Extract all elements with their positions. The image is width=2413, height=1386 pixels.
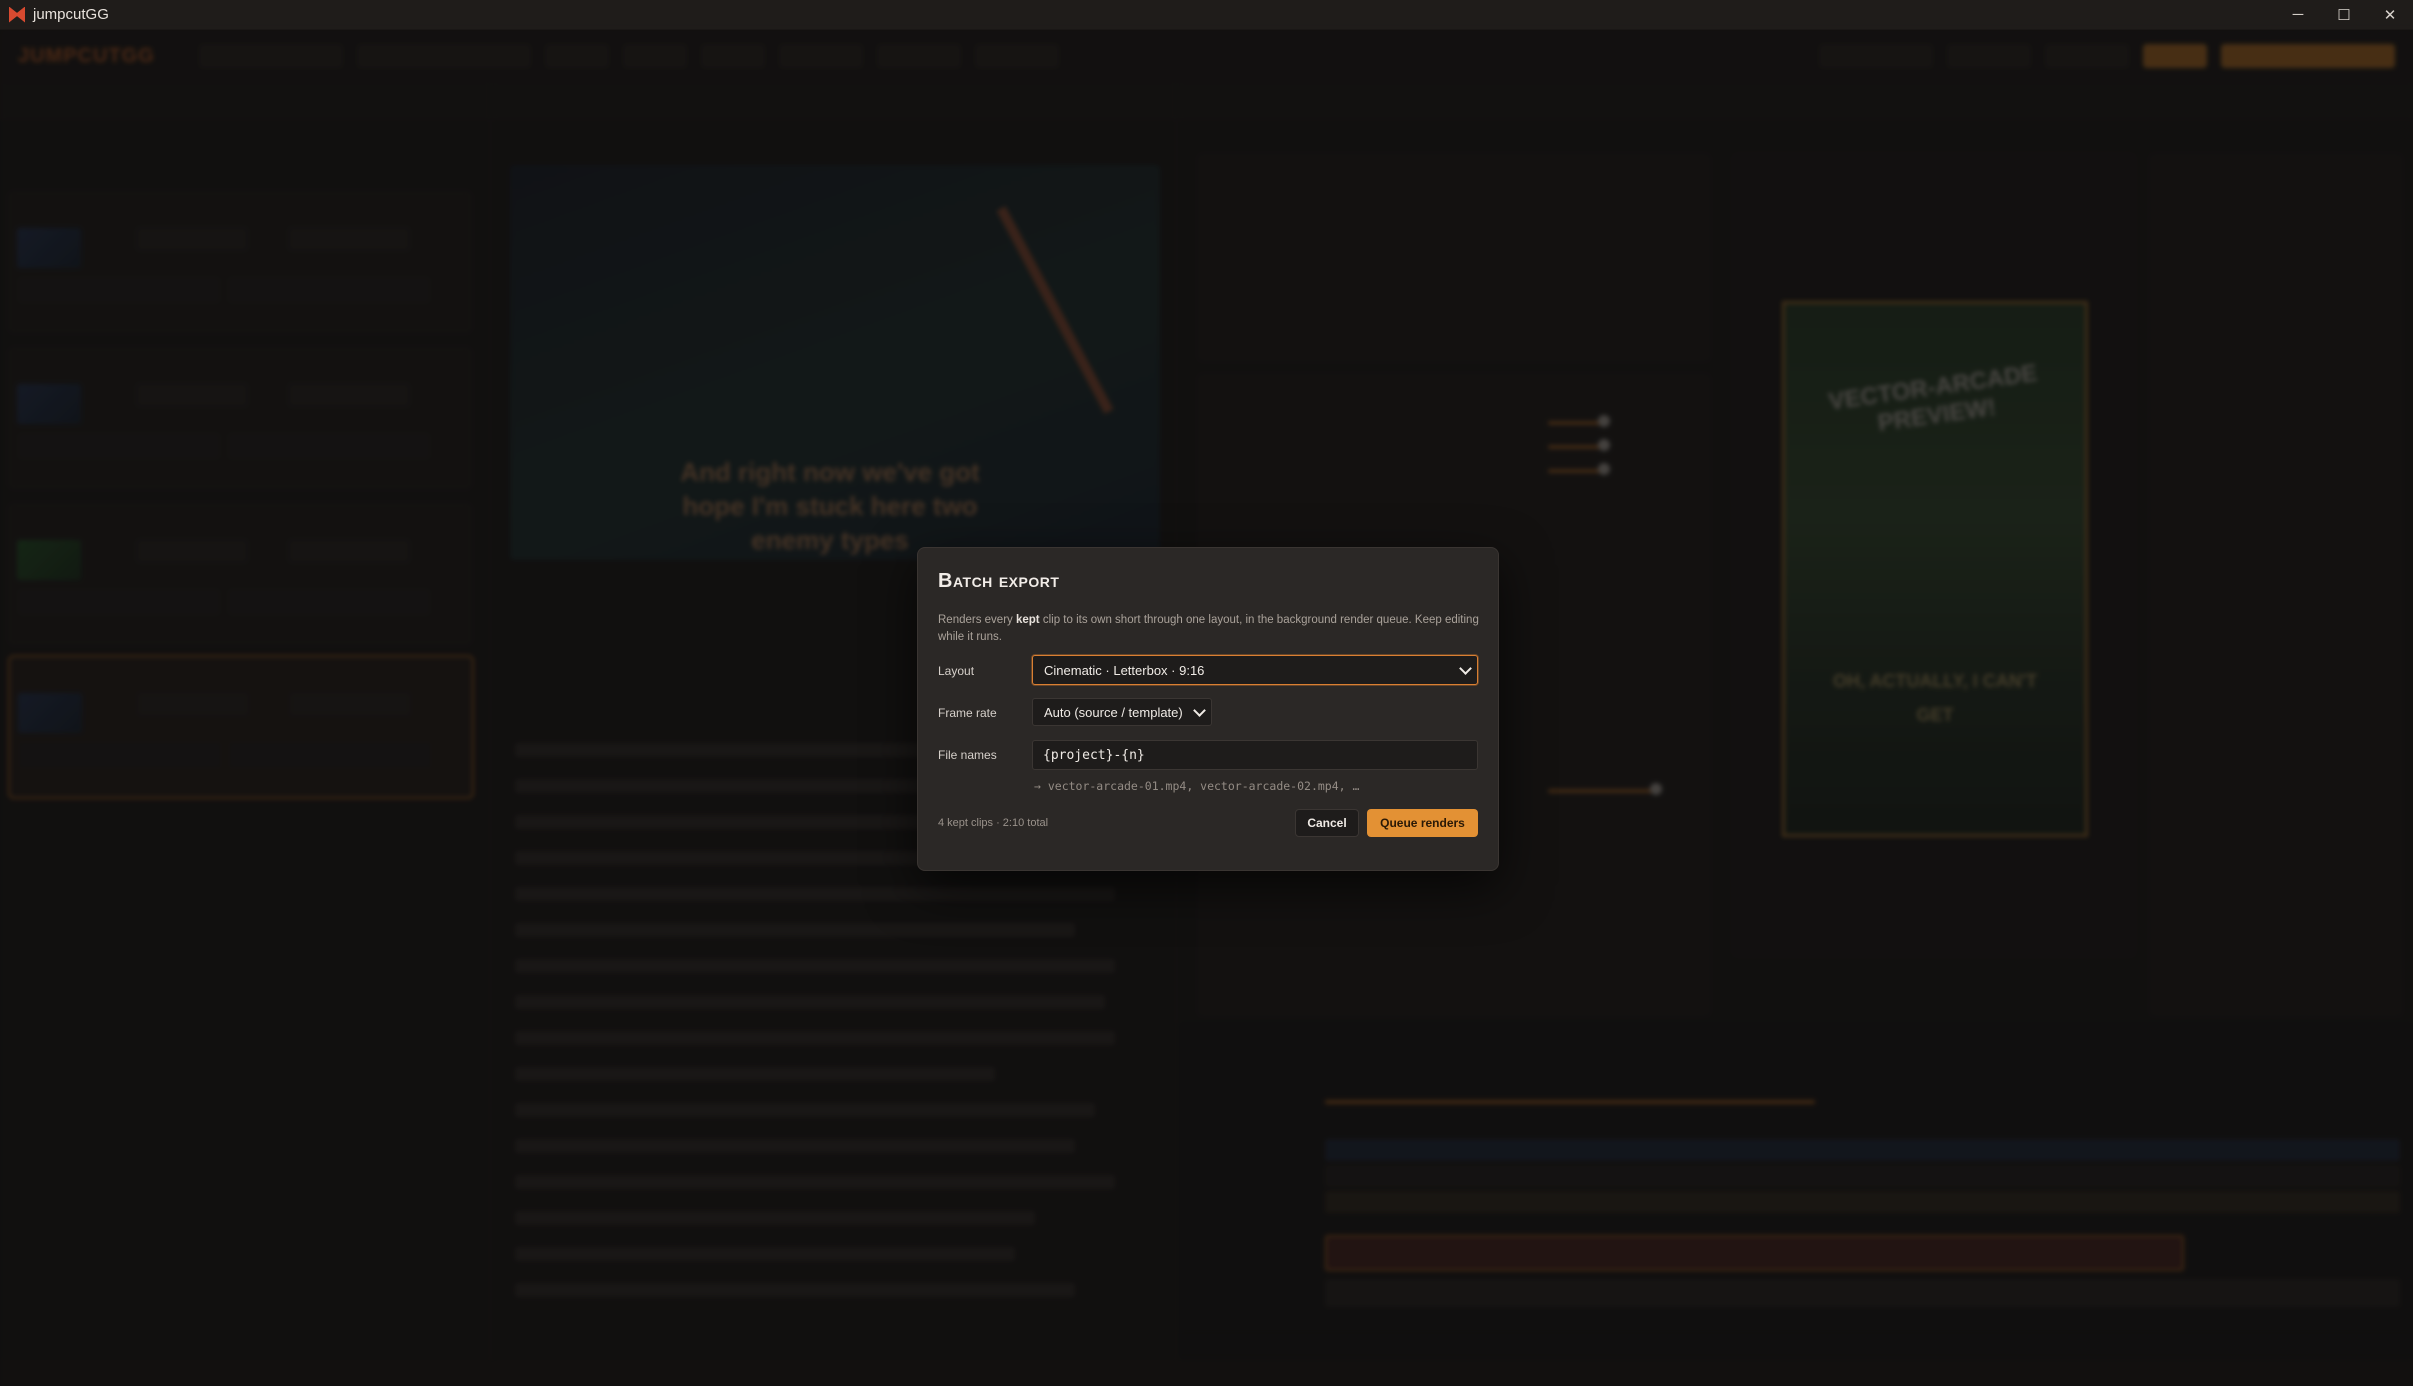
batch-export-dialog: Batch export Renders every kept clip to … bbox=[917, 547, 1499, 871]
frame-rate-label: Frame rate bbox=[938, 706, 997, 720]
file-names-input[interactable] bbox=[1032, 740, 1478, 770]
window-titlebar: jumpcutGG ─ ☐ ✕ bbox=[0, 0, 2413, 30]
layout-select[interactable]: Cinematic · Letterbox · 9:16 bbox=[1032, 655, 1478, 685]
description-emphasis: kept bbox=[1015, 614, 1040, 626]
queue-renders-button[interactable]: Queue renders bbox=[1367, 809, 1478, 837]
close-window-button[interactable]: ✕ bbox=[2367, 0, 2413, 29]
description-text: Renders every bbox=[938, 614, 1016, 626]
layout-label: Layout bbox=[938, 664, 975, 678]
file-names-preview: → vector-arcade-01.mp4, vector-arcade-02… bbox=[1034, 779, 1360, 793]
cancel-button[interactable]: Cancel bbox=[1295, 809, 1359, 837]
window-title: jumpcutGG bbox=[33, 6, 109, 23]
layout-select-value: Cinematic · Letterbox · 9:16 bbox=[1044, 662, 1205, 678]
chevron-down-icon bbox=[1193, 704, 1206, 717]
maximize-button[interactable]: ☐ bbox=[2321, 0, 2367, 29]
chevron-down-icon bbox=[1459, 662, 1472, 675]
app-logo-icon bbox=[9, 6, 25, 23]
frame-rate-select-value: Auto (source / template) bbox=[1044, 704, 1183, 720]
window-controls: ─ ☐ ✕ bbox=[2275, 0, 2413, 29]
file-names-label: File names bbox=[938, 748, 997, 762]
export-summary: 4 kept clips · 2:10 total bbox=[938, 817, 1049, 829]
frame-rate-select[interactable]: Auto (source / template) bbox=[1032, 698, 1212, 726]
minimize-button[interactable]: ─ bbox=[2275, 0, 2321, 29]
dialog-description: Renders every kept clip to its own short… bbox=[938, 612, 1483, 646]
dialog-title: Batch export bbox=[938, 570, 1060, 592]
